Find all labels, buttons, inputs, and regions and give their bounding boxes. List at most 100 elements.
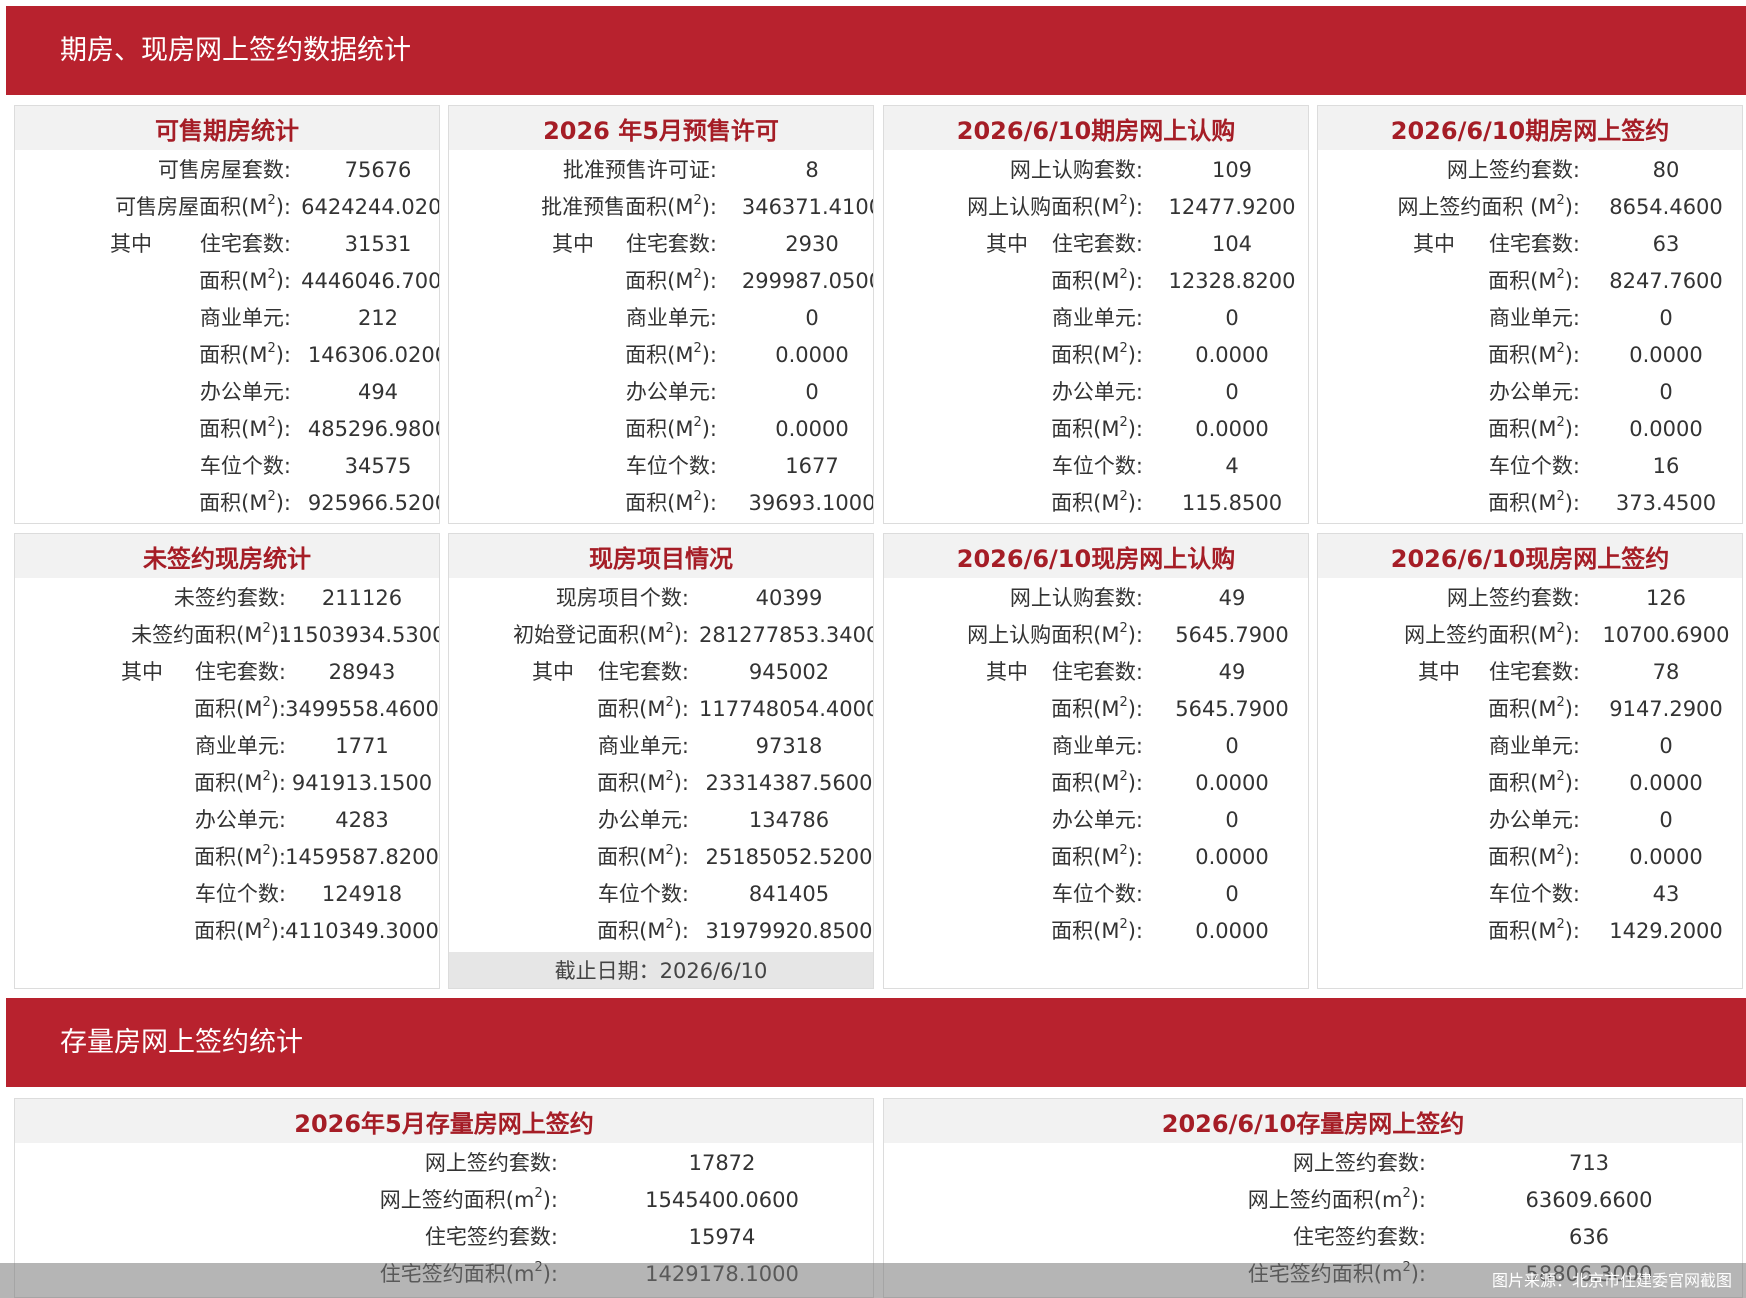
of-which-label: 其中 (986, 660, 1028, 684)
stat-value: 0.0000 (1195, 417, 1269, 441)
unit-exponent: 2 (1119, 267, 1128, 282)
of-which-label: 其中 (121, 660, 163, 684)
stat-row: 面积(M2): 0.0000 (1318, 411, 1742, 448)
stat-label: 住宅套数: (1489, 654, 1580, 691)
stat-label: 车位个数: (598, 876, 689, 913)
stat-label: 网上签约套数: (1293, 1145, 1426, 1182)
stat-value: 115.8500 (1181, 491, 1283, 515)
stat-row: 网上签约面积(m2): 1545400.0600 (15, 1182, 873, 1219)
stat-label-tail: ): (1127, 697, 1143, 721)
stat-label-text: 网上签约面积(m (379, 1188, 535, 1212)
stat-row: 面积(M2): 25185052.5200 (449, 839, 873, 876)
unit-exponent: 2 (665, 917, 674, 932)
stat-label: 面积(M2): (1051, 691, 1143, 728)
stat-label-text: 网上认购套数: (1009, 586, 1143, 610)
stats-panel: 2026/6/10期房网上认购 网上认购套数: 109 网上认购面积(M2): 1247… (883, 105, 1309, 524)
stat-value: 0.0000 (1629, 845, 1703, 869)
panel-title: 未签约现房统计 (15, 534, 439, 578)
stat-label: 未签约面积(M2): (131, 617, 286, 654)
stat-row: 面积(M2): 117748054.4000 (449, 691, 873, 728)
stat-label: 住宅套数: (1489, 226, 1580, 263)
stat-value: 63609.6600 (1525, 1188, 1653, 1212)
stat-value: 75676 (344, 158, 412, 182)
stat-label-text: 车位个数: (199, 454, 291, 478)
stat-value: 63 (1652, 232, 1680, 256)
stat-value: 40399 (755, 586, 823, 610)
unit-exponent: 2 (665, 695, 674, 710)
stat-value: 713 (1568, 1151, 1610, 1175)
stat-row: 办公单元: 0 (1318, 374, 1742, 411)
stat-label: 面积(M2): (1488, 263, 1580, 300)
stat-value: 43 (1652, 882, 1680, 906)
unit-exponent: 2 (1119, 341, 1128, 356)
stat-value: 0.0000 (1195, 343, 1269, 367)
stat-label: 办公单元: (200, 374, 291, 411)
stat-label-text: 面积(M (1488, 417, 1557, 441)
stats-panel: 2026/6/10现房网上签约 网上签约套数: 126 网上签约面积(M2): 1070… (1317, 533, 1743, 989)
stat-row: 面积(M2): 0.0000 (884, 913, 1308, 950)
stat-label-text: 现房项目个数: (555, 586, 689, 610)
stat-row: 网上签约套数: 126 (1318, 580, 1742, 617)
stat-label: 住宅签约套数: (1293, 1219, 1426, 1256)
stat-label-text: 面积(M (625, 417, 694, 441)
stat-row: 网上认购面积(M2): 12477.9200 (884, 189, 1308, 226)
stat-row: 面积(M2): 0.0000 (1318, 839, 1742, 876)
stat-label-text: 面积(M (1488, 771, 1557, 795)
unit-exponent: 2 (665, 769, 674, 784)
stat-label: 面积(M2): (1488, 691, 1580, 728)
stat-row: 网上签约套数: 713 (884, 1145, 1742, 1182)
stat-label-tail: ): (673, 623, 689, 647)
stat-label: 商业单元: (1489, 300, 1580, 337)
stat-value: 945002 (748, 660, 830, 684)
stat-label: 面积(M2): (1488, 839, 1580, 876)
unit-exponent: 2 (1556, 917, 1565, 932)
stat-label-text: 住宅签约套数: (424, 1225, 558, 1249)
stat-value: 0.0000 (775, 417, 849, 441)
stat-label: 住宅套数: (598, 654, 689, 691)
stat-row: 面积(M2): 9147.2900 (1318, 691, 1742, 728)
stat-value: 3499558.4600 (285, 697, 439, 721)
stat-value: 0.0000 (775, 343, 849, 367)
stat-label-text: 商业单元: (1488, 306, 1580, 330)
stat-label: 办公单元: (1489, 802, 1580, 839)
unit-exponent: 2 (267, 267, 276, 282)
stat-label: 面积(M2): (199, 337, 291, 374)
of-which-label: 其中 (986, 232, 1028, 256)
panel-title: 2026/6/10现房网上认购 (884, 534, 1308, 578)
stat-label-text: 网上签约套数: (1446, 158, 1580, 182)
stat-label: 车位个数: (1489, 876, 1580, 913)
stat-label: 面积(M2): (1051, 485, 1143, 522)
stat-row: 其中 住宅套数: 63 (1318, 226, 1742, 263)
stat-value: 5645.7900 (1175, 697, 1289, 721)
stats-panel: 2026 年5月预售许可 批准预售许可证: 8 批准预售面积(M2): 346371.4… (448, 105, 874, 524)
stat-row: 面积(M2): 4110349.3000 (15, 913, 439, 950)
stat-label-text: 面积(M (199, 343, 268, 367)
stat-value: 0 (1225, 808, 1239, 832)
stat-row: 办公单元: 4283 (15, 802, 439, 839)
unit-exponent: 2 (1556, 769, 1565, 784)
section-title: 存量房网上签约统计 (60, 1027, 303, 1058)
unit-exponent: 2 (1119, 843, 1128, 858)
stat-value: 124918 (321, 882, 403, 906)
stat-label: 车位个数: (626, 448, 717, 485)
stat-label-text: 面积(M (1051, 697, 1120, 721)
stat-label-tail: ): (1127, 343, 1143, 367)
stat-row: 车位个数: 0 (884, 876, 1308, 913)
stat-row: 车位个数: 34575 (15, 448, 439, 485)
stat-label-text: 住宅套数: (597, 660, 689, 684)
stat-label: 面积(M2): (625, 485, 717, 522)
unit-exponent: 2 (267, 341, 276, 356)
stat-label-text: 网上认购套数: (1009, 158, 1143, 182)
stat-label: 车位个数: (200, 448, 291, 485)
stat-label-text: 办公单元: (1051, 808, 1143, 832)
stat-label-text: 批准预售面积(M (541, 195, 694, 219)
stat-row: 面积(M2): 1459587.8200 (15, 839, 439, 876)
stat-row: 车位个数: 16 (1318, 448, 1742, 485)
stat-label-text: 面积(M (199, 269, 268, 293)
stat-label-tail: ): (701, 417, 717, 441)
stat-value: 15974 (688, 1225, 756, 1249)
stat-label-text: 网上签约套数: (424, 1151, 558, 1175)
stat-row: 面积(M2): 5645.7900 (884, 691, 1308, 728)
stat-value: 80 (1652, 158, 1680, 182)
stat-value: 4110349.3000 (285, 919, 439, 943)
